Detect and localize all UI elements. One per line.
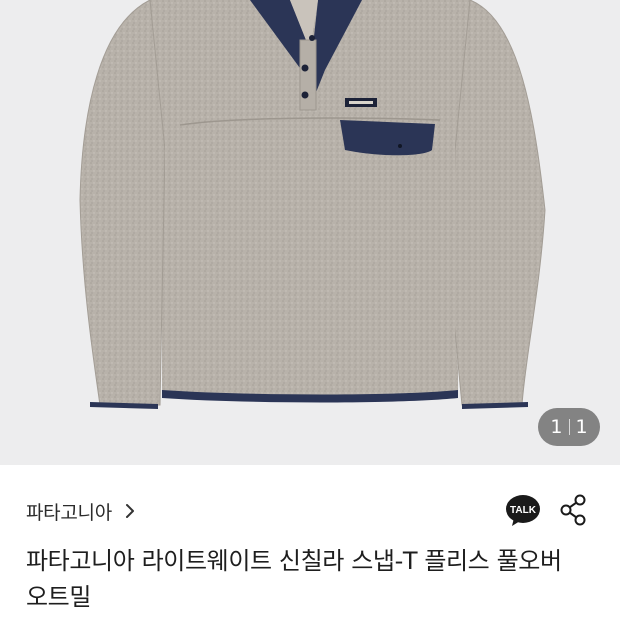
product-title: 파타고니아 라이트웨이트 신칠라 스냅-T 플리스 풀오버 오트밀	[26, 543, 606, 615]
image-counter-current: 1	[550, 416, 563, 438]
kakaotalk-icon: TALK	[506, 495, 540, 526]
brand-link[interactable]: 파타고니아	[26, 496, 136, 526]
share-icon	[560, 494, 586, 526]
product-image[interactable]: 1 1	[0, 0, 620, 465]
product-title-line-2: 오트밀	[26, 583, 92, 611]
product-title-line-1: 파타고니아 라이트웨이트 신칠라 스냅-T 플리스 풀오버	[26, 547, 562, 575]
kakaotalk-icon-text: TALK	[510, 505, 537, 516]
kakaotalk-share-button[interactable]: TALK	[505, 494, 541, 528]
share-button[interactable]	[558, 494, 588, 526]
product-page: 1 1 파타고니아 TALK 파타고니아 라이트웨이트 신칠라 스냅-T 플리스…	[0, 0, 620, 620]
image-counter-total: 1	[575, 416, 588, 438]
image-counter-divider	[568, 419, 570, 435]
image-counter: 1 1	[538, 408, 600, 446]
chevron-right-icon	[125, 504, 134, 518]
fleece-pullover-illustration	[79, 0, 546, 409]
brand-name: 파타고니아	[26, 501, 112, 524]
